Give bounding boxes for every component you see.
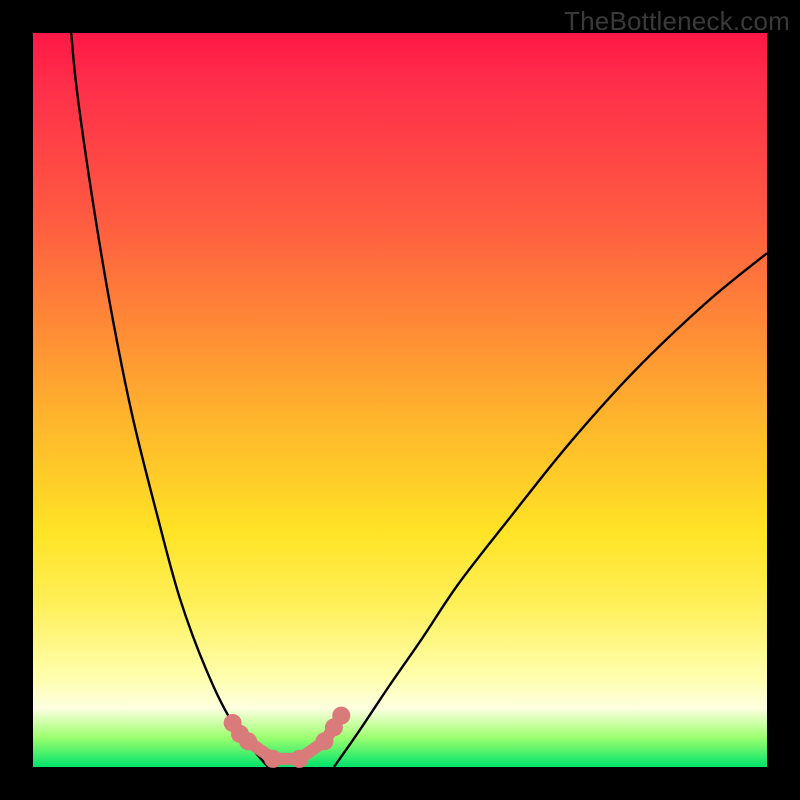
chart-svg xyxy=(33,33,767,767)
watermark-text: TheBottleneck.com xyxy=(564,6,790,37)
basin-dot xyxy=(239,732,257,750)
basin-dot xyxy=(290,750,308,768)
basin-dot xyxy=(264,750,282,768)
chart-frame: TheBottleneck.com xyxy=(0,0,800,800)
left-curve xyxy=(71,33,268,767)
right-curve xyxy=(334,253,767,767)
basin-dot xyxy=(332,707,350,725)
